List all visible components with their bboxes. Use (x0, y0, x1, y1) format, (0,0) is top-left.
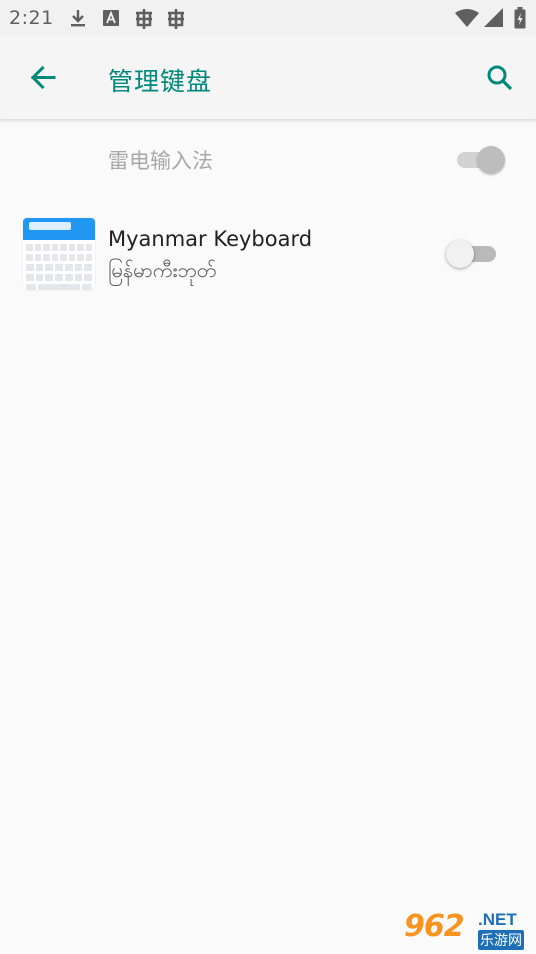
app-bar: 管理键盘 (0, 36, 536, 119)
wifi-icon (455, 9, 479, 31)
keyboard-label: 雷电输入法 (108, 149, 213, 173)
watermark-logo: 962 .NET 乐游网 (398, 907, 530, 950)
status-time: 2:21 (9, 7, 54, 29)
keyboard-toggle-myanmar[interactable] (446, 240, 498, 268)
bug-icon (164, 8, 188, 34)
search-button[interactable] (480, 58, 520, 98)
signal-icon (484, 8, 504, 32)
download-icon (68, 8, 88, 32)
keyboard-title: Myanmar Keyboard (108, 227, 313, 251)
keyboard-subtitle: မြန်မာကီးဘုတ် (108, 258, 217, 282)
bug-icon (132, 8, 156, 34)
app-a-icon (102, 8, 120, 32)
search-icon (487, 65, 513, 91)
arrow-back-icon (30, 65, 56, 90)
kb-icon-keys (26, 244, 93, 290)
battery-icon (514, 7, 526, 33)
back-button[interactable] (24, 58, 64, 98)
kb-icon-header (23, 218, 95, 240)
keyboard-row-leidian: 雷电输入法 (0, 120, 536, 200)
kb-icon-header-text (29, 222, 71, 230)
watermark-number: 962 (404, 909, 465, 944)
myanmar-keyboard-app-icon (23, 218, 95, 290)
keyboard-toggle-leidian[interactable] (457, 146, 507, 174)
watermark-name: 乐游网 (478, 930, 524, 950)
status-bar: 2:21 (0, 0, 536, 36)
page-title: 管理键盘 (108, 67, 213, 96)
watermark-suffix: .NET (478, 910, 517, 929)
toggle-thumb (446, 240, 474, 268)
toggle-thumb (477, 146, 505, 174)
